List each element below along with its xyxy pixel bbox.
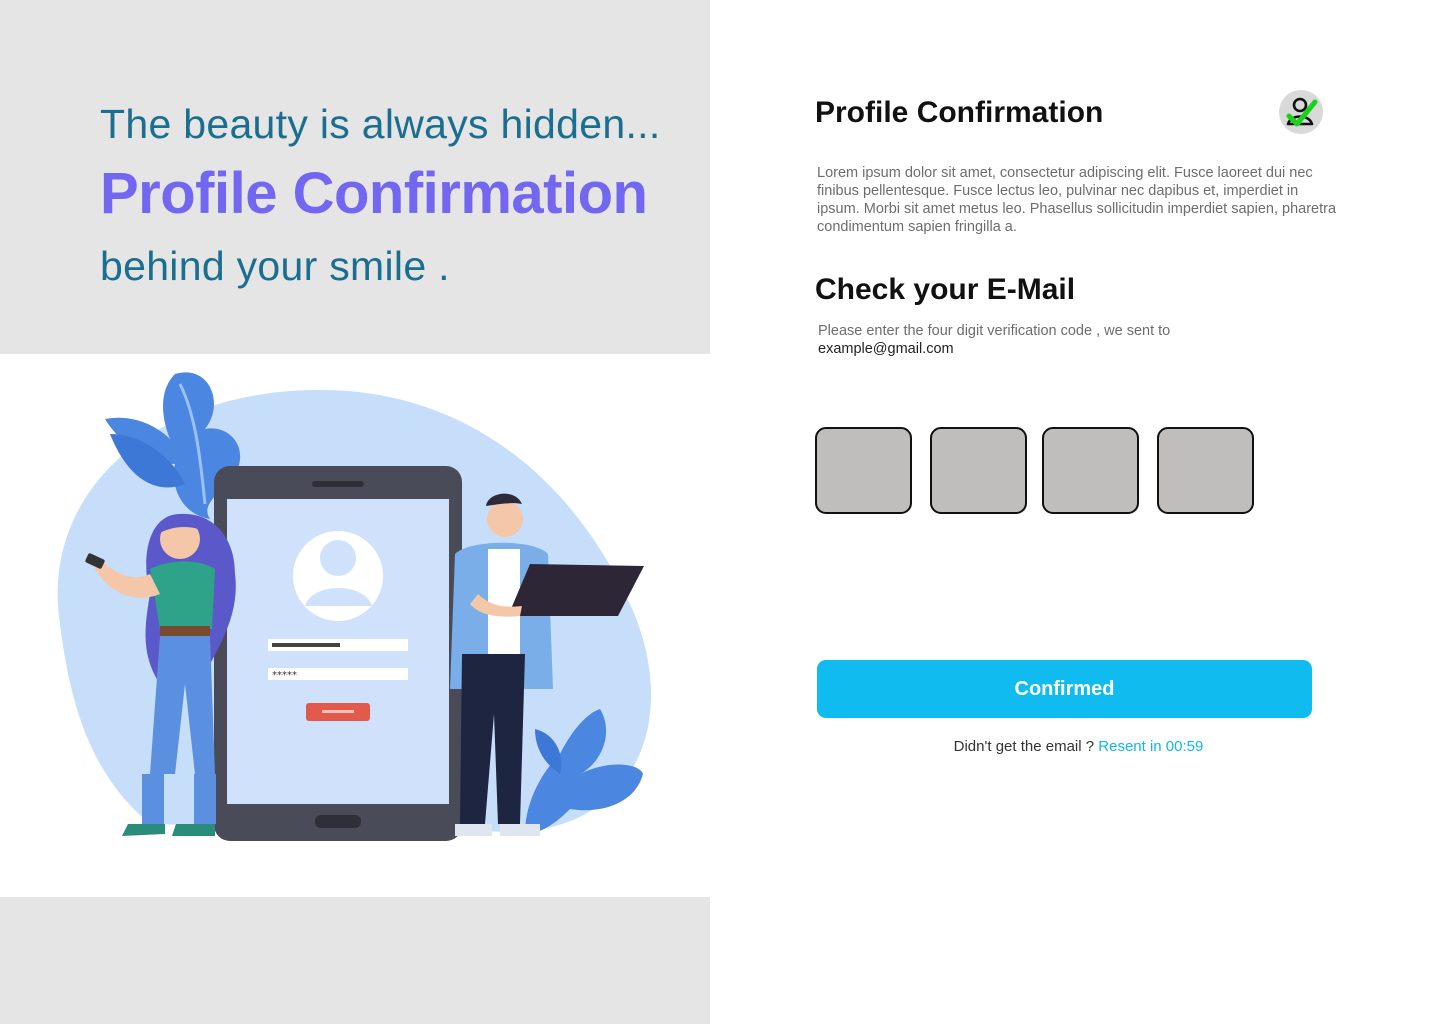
confirm-button[interactable]: Confirmed — [817, 660, 1312, 718]
section-heading: Check your E-Mail — [815, 273, 1076, 306]
hero-title: Profile Confirmation — [100, 161, 648, 226]
hero-illustration: ***** — [0, 354, 710, 897]
form-title: Profile Confirmation — [815, 96, 1104, 129]
form-description: Lorem ipsum dolor sit amet, consectetur … — [817, 165, 1337, 235]
hero-tagline-bottom: behind your smile . — [100, 243, 450, 289]
instruction-text: Please enter the four digit verification… — [818, 323, 1171, 339]
tablet-mockup: ***** — [214, 466, 462, 841]
code-digit-3[interactable] — [1042, 427, 1139, 514]
verified-user-check-icon — [1279, 90, 1323, 134]
resend-link[interactable]: Resent in 00:59 — [1098, 738, 1203, 755]
code-digit-1[interactable] — [815, 427, 912, 514]
code-digit-4[interactable] — [1157, 427, 1254, 514]
resend-prompt: Didn't get the email ? — [953, 738, 1095, 755]
verification-instruction: Please enter the four digit verification… — [818, 322, 1278, 358]
svg-text:*****: ***** — [272, 670, 297, 681]
hero-panel: The beauty is always hidden... Profile C… — [0, 0, 710, 1024]
resend-row: Didn't get the email ? Resent in 00:59 — [817, 738, 1340, 755]
recipient-email: example@gmail.com — [818, 341, 954, 357]
hero-tagline-top: The beauty is always hidden... — [100, 101, 661, 147]
code-digit-2[interactable] — [930, 427, 1027, 514]
hero-text: The beauty is always hidden... Profile C… — [100, 96, 700, 294]
